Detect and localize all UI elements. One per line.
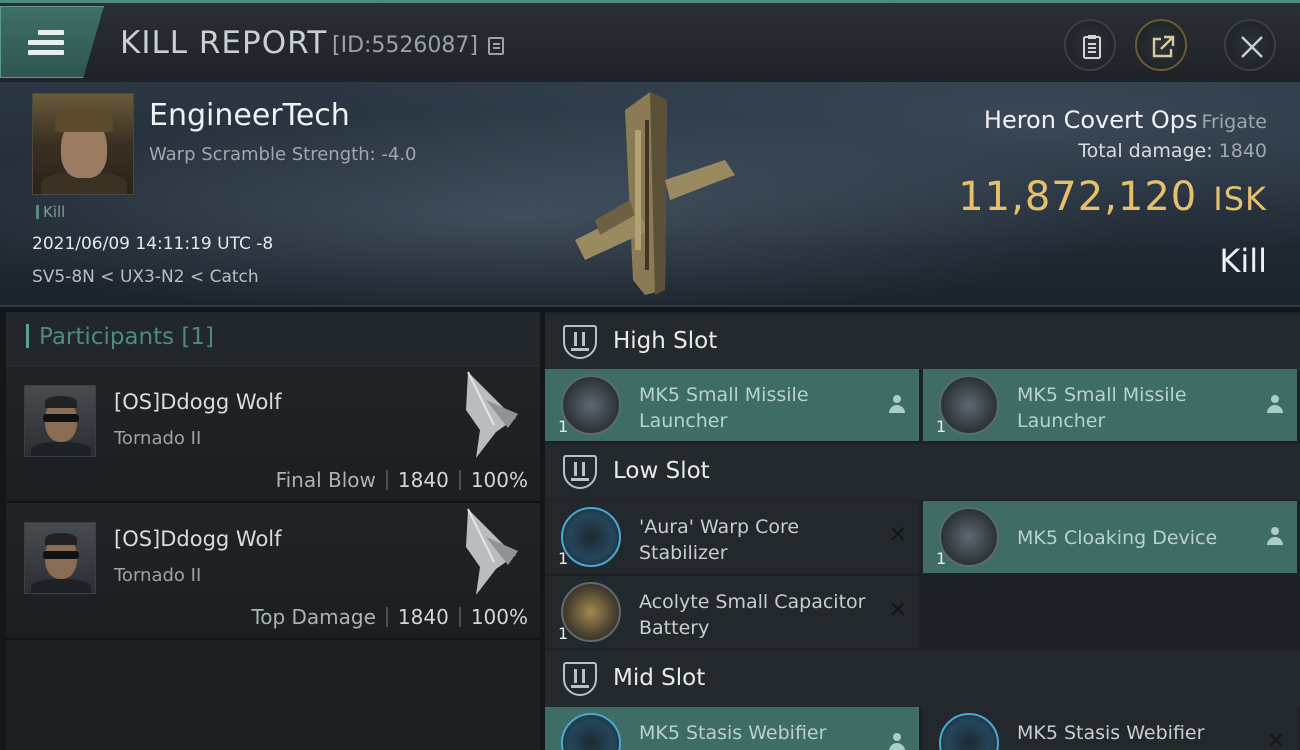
module-qty: 1 (936, 549, 947, 568)
warp-core-stabilizer-icon (561, 507, 621, 567)
module-name: MK5 Small Missile Launcher (1017, 384, 1187, 432)
total-damage-value: 1840 (1218, 140, 1267, 162)
participant-ship-image (466, 508, 518, 595)
module-name: MK5 Small Missile Launcher (639, 384, 809, 432)
module-item[interactable]: 1 MK5 Cloaking Device (923, 501, 1297, 573)
fittings-panel: High Slot 1 MK5 Small Missile Launcher 1… (545, 312, 1300, 750)
participant-name: [OS]Ddogg Wolf (114, 527, 282, 551)
participant-role: Final Blow (275, 468, 376, 492)
menu-button[interactable] (0, 6, 104, 78)
top-bar: KILL REPORT [ID:5526087] (0, 0, 1300, 82)
capacitor-battery-icon (561, 582, 621, 642)
module-qty: 1 (558, 624, 569, 643)
module-qty: 1 (558, 549, 569, 568)
page-title: KILL REPORT (120, 25, 328, 61)
low-slot-label: Low Slot (613, 458, 710, 484)
copy-icon[interactable] (488, 37, 504, 55)
participants-heading[interactable]: Participants [1] (6, 312, 540, 366)
victim-panel: EngineerTech Warp Scramble Strength: -4.… (0, 82, 1300, 307)
slot-icon (563, 455, 597, 489)
missile-launcher-icon (939, 375, 999, 435)
participants-panel: Participants [1] [OS]Ddogg Wolf Tornado … (6, 312, 540, 750)
module-name: MK5 Cloaking Device (1017, 527, 1218, 549)
module-qty: 1 (936, 417, 947, 436)
pilot-icon (889, 395, 905, 415)
participant-damage: 1840 (397, 605, 449, 629)
total-damage-label: Total damage: (1078, 140, 1213, 162)
total-damage: Total damage: 1840 (1078, 140, 1267, 162)
module-name: Acolyte Small Capacitor Battery (639, 591, 866, 639)
isk-amount: 11,872,120 (958, 174, 1198, 220)
isk-value: 11,872,120 ISK (958, 174, 1267, 220)
destroyed-x-icon: ✕ (888, 598, 907, 623)
missile-launcher-icon (561, 375, 621, 435)
clipboard-button[interactable] (1064, 19, 1116, 71)
module-name: MK5 Stasis Webifier (639, 722, 827, 744)
module-item[interactable]: 1 MK5 Small Missile Launcher (923, 369, 1297, 441)
participant-avatar[interactable] (24, 522, 96, 594)
participant-percent: 100% (470, 605, 528, 629)
participant-role: Top Damage (251, 605, 376, 629)
participant-percent: 100% (470, 468, 528, 492)
module-item[interactable]: 1 'Aura' Warp Core Stabilizer ✕ (545, 501, 919, 573)
module-item[interactable]: 1 MK5 Stasis Webifier (545, 707, 919, 750)
share-button[interactable] (1135, 19, 1187, 71)
mid-slot-header: Mid Slot (545, 651, 1300, 707)
pilot-icon (1267, 395, 1283, 415)
participant-row[interactable]: [OS]Ddogg Wolf Tornado II Top Damage 1840… (6, 503, 540, 640)
close-button[interactable] (1224, 19, 1276, 71)
high-slot-label: High Slot (613, 328, 718, 354)
kill-tag: Kill (36, 205, 65, 220)
victim-avatar[interactable] (32, 93, 134, 195)
kill-timestamp: 2021/06/09 14:11:19 UTC -8 (32, 234, 274, 254)
ship-class: Frigate (1201, 111, 1267, 133)
participant-stats: Top Damage 1840 100% (251, 605, 528, 629)
participant-name: [OS]Ddogg Wolf (114, 390, 282, 414)
victim-ship-image[interactable] (555, 90, 745, 300)
module-item[interactable]: 1 MK5 Stasis Webifier ✕ (923, 707, 1297, 750)
isk-unit: ISK (1213, 180, 1267, 218)
stasis-webifier-icon (561, 713, 621, 750)
victim-warp-strength: Warp Scramble Strength: -4.0 (149, 144, 417, 165)
module-item[interactable]: 1 MK5 Small Missile Launcher (545, 369, 919, 441)
participant-ship-image (466, 371, 518, 458)
destroyed-x-icon: ✕ (1266, 729, 1285, 750)
module-name: MK5 Stasis Webifier (1017, 722, 1205, 744)
slot-icon (563, 325, 597, 359)
share-icon (1152, 35, 1175, 58)
stasis-webifier-icon (939, 713, 999, 750)
module-qty: 1 (558, 417, 569, 436)
module-item[interactable]: 1 Acolyte Small Capacitor Battery ✕ (545, 576, 919, 648)
participant-avatar[interactable] (24, 385, 96, 457)
slot-icon (563, 662, 597, 696)
participant-ship: Tornado II (114, 565, 202, 586)
high-slot-header: High Slot (545, 314, 1300, 370)
clipboard-icon (1083, 35, 1101, 59)
destroyed-x-icon: ✕ (888, 523, 907, 548)
participant-damage: 1840 (397, 468, 449, 492)
report-id: [ID:5526087] (332, 33, 478, 58)
participant-stats: Final Blow 1840 100% (276, 468, 528, 492)
cloaking-device-icon (939, 507, 999, 567)
kill-location[interactable]: SV5-8N < UX3-N2 < Catch (32, 267, 259, 287)
victim-ship-name[interactable]: Heron Covert Ops Frigate (984, 106, 1267, 134)
module-name: 'Aura' Warp Core Stabilizer (639, 516, 800, 564)
hamburger-icon (28, 30, 64, 56)
participant-ship: Tornado II (114, 428, 202, 449)
low-slot-header: Low Slot (545, 444, 1300, 500)
participant-row[interactable]: [OS]Ddogg Wolf Tornado II Final Blow 1840… (6, 366, 540, 503)
ship-name-text: Heron Covert Ops (983, 106, 1198, 134)
kill-result: Kill (1219, 242, 1267, 280)
close-icon (1241, 36, 1263, 58)
victim-name[interactable]: EngineerTech (149, 98, 350, 133)
mid-slot-label: Mid Slot (613, 665, 706, 691)
pilot-icon (1267, 527, 1283, 547)
pilot-icon (889, 733, 905, 750)
